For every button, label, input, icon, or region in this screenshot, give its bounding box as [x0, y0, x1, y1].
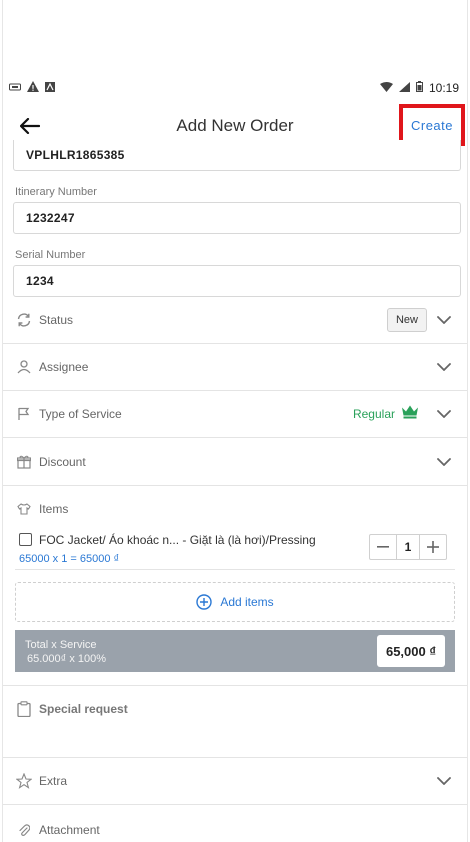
serial-label: Serial Number: [15, 249, 86, 261]
discount-label: Discount: [39, 455, 86, 469]
chevron-down-icon[interactable]: [435, 407, 453, 421]
shirt-icon: [15, 500, 33, 518]
crown-icon: [401, 405, 419, 424]
chevron-down-icon[interactable]: [435, 455, 453, 469]
chevron-down-icon[interactable]: [435, 360, 453, 374]
assignee-row[interactable]: Assignee: [3, 344, 467, 391]
page-title: Add New Order: [176, 116, 294, 135]
gift-icon: [15, 453, 33, 471]
special-request-label: Special request: [39, 702, 128, 716]
warning-icon: [27, 81, 39, 95]
star-icon: [15, 772, 33, 790]
order-item-row: FOC Jacket/ Áo khoác n... - Giặt là (là …: [15, 530, 455, 570]
extra-row[interactable]: Extra: [3, 758, 467, 805]
quantity-stepper: 1: [369, 534, 447, 560]
divider: [3, 685, 467, 686]
serial-value: 1234: [26, 274, 54, 288]
chevron-down-icon[interactable]: [435, 774, 453, 788]
flag-icon: [15, 405, 33, 423]
status-row[interactable]: Status New: [3, 297, 467, 344]
quantity-value[interactable]: 1: [396, 535, 420, 559]
status-label: Status: [39, 313, 74, 327]
itinerary-value: 1232247: [26, 211, 75, 225]
total-bar: Total x Service 65.000₫ x 100% 65,000 ₫: [15, 630, 455, 672]
total-label: Total x Service: [25, 639, 97, 651]
clipboard-icon: [15, 700, 33, 718]
serial-field[interactable]: 1234: [13, 265, 461, 297]
back-button[interactable]: [15, 112, 45, 140]
status-bar: 10:19: [3, 78, 467, 98]
item-price-calc: 65000 x 1 = 65000 ₫: [19, 553, 120, 565]
attachment-row[interactable]: Attachment: [3, 806, 467, 842]
plus-icon: [427, 541, 439, 553]
order-code-field[interactable]: VPLHLR1865385: [13, 140, 461, 171]
items-section-header: Items: [15, 500, 68, 518]
special-request-header[interactable]: Special request: [15, 700, 128, 718]
itinerary-label: Itinerary Number: [15, 186, 97, 198]
app-frame: 10:19 Add New Order Create VPLHLR1865385…: [2, 0, 468, 842]
clock: 10:19: [428, 81, 459, 95]
extra-label: Extra: [39, 774, 68, 788]
wifi-icon: [379, 81, 393, 95]
sync-icon: [15, 311, 33, 329]
items-label: Items: [39, 502, 69, 516]
person-icon: [15, 358, 33, 376]
decrement-button[interactable]: [370, 535, 396, 559]
item-checkbox[interactable]: [19, 533, 32, 546]
item-name: FOC Jacket/ Áo khoác n... - Giặt là (là …: [39, 533, 316, 547]
chevron-down-icon[interactable]: [435, 313, 453, 327]
signal-icon: [398, 81, 410, 95]
text-icon: [45, 81, 55, 95]
add-items-label: Add items: [220, 595, 274, 609]
status-badge[interactable]: New: [386, 308, 427, 332]
discount-row[interactable]: Discount: [3, 439, 467, 486]
battery-icon: [415, 81, 423, 95]
assignee-label: Assignee: [39, 360, 89, 374]
minus-icon: [377, 546, 389, 548]
paperclip-icon: [15, 821, 33, 839]
plus-circle-icon: [196, 594, 213, 610]
service-type-row[interactable]: Type of Service Regular: [3, 391, 467, 438]
arrow-left-icon: [20, 118, 40, 134]
itinerary-field[interactable]: 1232247: [13, 202, 461, 234]
service-type-label: Type of Service: [39, 407, 122, 421]
total-formula: 65.000₫ x 100%: [27, 653, 107, 665]
app-icon: [9, 81, 21, 95]
order-code-value: VPLHLR1865385: [26, 148, 125, 162]
total-amount: 65,000 ₫: [377, 635, 445, 667]
increment-button[interactable]: [420, 535, 446, 559]
add-items-button[interactable]: Add items: [15, 582, 455, 622]
attachment-label: Attachment: [39, 822, 100, 837]
service-type-value: Regular: [352, 407, 395, 421]
